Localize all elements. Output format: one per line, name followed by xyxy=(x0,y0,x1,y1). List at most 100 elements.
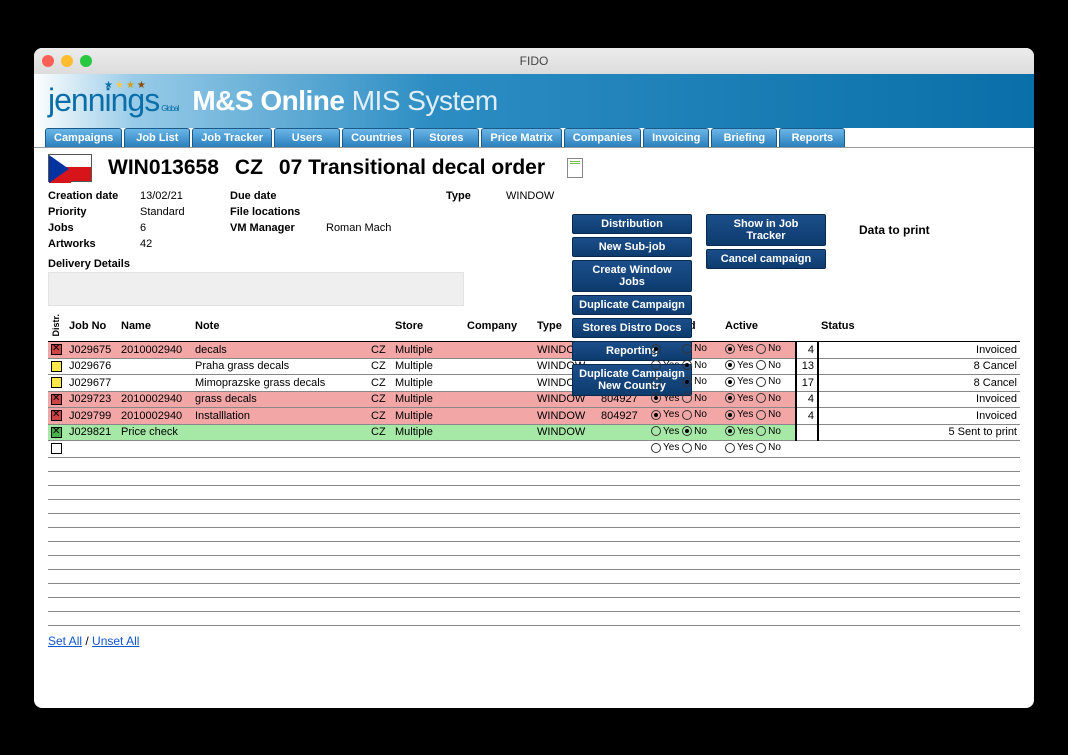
cell-note: grass decals xyxy=(192,391,368,408)
cell-note: Mimoprazske grass decals xyxy=(192,375,368,392)
tab-invoicing[interactable]: Invoicing xyxy=(643,128,709,147)
cell-status: Invoiced xyxy=(818,408,1020,425)
cell-invoiced[interactable]: Yes No xyxy=(648,441,722,458)
cell-active[interactable]: Yes No xyxy=(722,342,796,359)
cell-count: 4 xyxy=(796,408,818,425)
table-row-empty xyxy=(48,555,1020,569)
cell-invoiced[interactable]: Yes No xyxy=(648,424,722,441)
distr-checkbox[interactable] xyxy=(51,344,62,355)
button-cancel-campaign[interactable]: Cancel campaign xyxy=(706,249,826,269)
main-tabs: CampaignsJob ListJob TrackerUsersCountri… xyxy=(34,128,1034,148)
cell-jobno: J029799 xyxy=(66,408,118,425)
col-note[interactable]: Note xyxy=(192,312,368,342)
cell-status: 8 Cancel xyxy=(818,375,1020,392)
tab-users[interactable]: Users xyxy=(274,128,340,147)
cell-active[interactable]: Yes No xyxy=(722,375,796,392)
cell-name: 2010002940 xyxy=(118,408,192,425)
value-creation-date: 13/02/21 xyxy=(140,190,230,202)
cell-company xyxy=(464,375,534,392)
table-row[interactable]: J0297992010002940InstalllationCZMultiple… xyxy=(48,408,1020,425)
cell-invoiced[interactable]: Yes No xyxy=(648,408,722,425)
cell-country: CZ xyxy=(368,424,392,441)
cell-active[interactable]: Yes No xyxy=(722,441,796,458)
cell-note: decals xyxy=(192,342,368,359)
jobs-table: Distr. Job No Name Note Store Company Ty… xyxy=(48,312,1020,626)
table-row[interactable]: J029677Mimoprazske grass decalsCZMultipl… xyxy=(48,375,1020,392)
tab-countries[interactable]: Countries xyxy=(342,128,411,147)
table-row[interactable]: J029821Price checkCZMultipleWINDOWYes No… xyxy=(48,424,1020,441)
table-row[interactable]: J0297232010002940grass decalsCZMultipleW… xyxy=(48,391,1020,408)
cell-count: 17 xyxy=(796,375,818,392)
banner-title: M&S Online MIS System xyxy=(192,85,497,117)
tab-campaigns[interactable]: Campaigns xyxy=(45,128,122,147)
distr-checkbox[interactable] xyxy=(51,377,62,388)
content: WIN013658 CZ 07 Transitional decal order… xyxy=(34,148,1034,658)
distr-checkbox[interactable] xyxy=(51,394,62,405)
link-set-all[interactable]: Set All xyxy=(48,634,82,648)
table-row[interactable]: J0296752010002940decalsCZMultipleWINDOW8… xyxy=(48,342,1020,359)
value-vm-manager: Roman Mach xyxy=(326,222,446,234)
col-name[interactable]: Name xyxy=(118,312,192,342)
tab-stores[interactable]: Stores xyxy=(413,128,479,147)
footer-links: Set All / Unset All xyxy=(48,634,1020,648)
button-duplicate-campaign-new-country[interactable]: Duplicate Campaign New Country xyxy=(572,364,692,396)
col-active[interactable]: Active xyxy=(722,312,796,342)
tab-companies[interactable]: Companies xyxy=(564,128,641,147)
window-title: FIDO xyxy=(34,54,1034,68)
cell-invoiced[interactable]: Yes No xyxy=(648,391,722,408)
button-reporting[interactable]: Reporting xyxy=(572,341,692,361)
campaign-code: WIN013658 xyxy=(108,156,219,180)
cell-status: Invoiced xyxy=(818,391,1020,408)
tab-job-list[interactable]: Job List xyxy=(124,128,190,147)
distr-checkbox[interactable] xyxy=(51,361,62,372)
button-duplicate-campaign[interactable]: Duplicate Campaign xyxy=(572,295,692,315)
distr-checkbox[interactable] xyxy=(51,443,62,454)
delivery-details-box[interactable] xyxy=(48,272,464,306)
distr-checkbox[interactable] xyxy=(51,427,62,438)
label-due-date: Due date xyxy=(230,190,326,202)
col-status[interactable]: Status xyxy=(818,312,1020,342)
table-row[interactable]: Yes NoYes No xyxy=(48,441,1020,458)
cell-status: Invoiced xyxy=(818,342,1020,359)
tab-reports[interactable]: Reports xyxy=(779,128,845,147)
cell-active[interactable]: Yes No xyxy=(722,391,796,408)
tab-price-matrix[interactable]: Price Matrix xyxy=(481,128,561,147)
col-store[interactable]: Store xyxy=(392,312,464,342)
app-logo: ★★★★ jenningsGlobal xyxy=(48,82,178,119)
cell-store: Multiple xyxy=(392,424,464,441)
label-vm-manager: VM Manager xyxy=(230,222,326,234)
cell-type: WINDOW xyxy=(534,408,598,425)
cell-name xyxy=(118,358,192,375)
cell-note: Installlation xyxy=(192,408,368,425)
campaign-title: 07 Transitional decal order xyxy=(279,156,545,180)
cell-name xyxy=(118,375,192,392)
button-new-sub-job[interactable]: New Sub-job xyxy=(572,237,692,257)
tab-job-tracker[interactable]: Job Tracker xyxy=(192,128,272,147)
tab-briefing[interactable]: Briefing xyxy=(711,128,777,147)
cell-status: 8 Cancel xyxy=(818,358,1020,375)
campaign-country: CZ xyxy=(235,156,263,180)
cell-active[interactable]: Yes No xyxy=(722,408,796,425)
country-flag-icon xyxy=(48,154,92,182)
banner-light: MIS System xyxy=(352,85,498,116)
button-stores-distro-docs[interactable]: Stores Distro Docs xyxy=(572,318,692,338)
document-icon[interactable] xyxy=(567,158,583,178)
distr-checkbox[interactable] xyxy=(51,410,62,421)
table-row[interactable]: J029676Praha grass decalsCZMultipleWINDO… xyxy=(48,358,1020,375)
logo-stars-icon: ★★★★ xyxy=(104,80,148,91)
cell-name: Price check xyxy=(118,424,192,441)
cell-note: Praha grass decals xyxy=(192,358,368,375)
cell-invoice: 804927 xyxy=(598,408,648,425)
button-create-window-jobs[interactable]: Create Window Jobs xyxy=(572,260,692,292)
cell-count xyxy=(796,424,818,441)
col-jobno[interactable]: Job No xyxy=(66,312,118,342)
campaign-header: WIN013658 CZ 07 Transitional decal order xyxy=(48,154,1020,182)
cell-active[interactable]: Yes No xyxy=(722,358,796,375)
cell-active[interactable]: Yes No xyxy=(722,424,796,441)
button-distribution[interactable]: Distribution xyxy=(572,214,692,234)
col-company[interactable]: Company xyxy=(464,312,534,342)
button-show-in-job-tracker[interactable]: Show in Job Tracker xyxy=(706,214,826,246)
link-unset-all[interactable]: Unset All xyxy=(92,634,139,648)
data-to-print-label[interactable]: Data to print xyxy=(859,223,930,237)
cell-count: 4 xyxy=(796,342,818,359)
